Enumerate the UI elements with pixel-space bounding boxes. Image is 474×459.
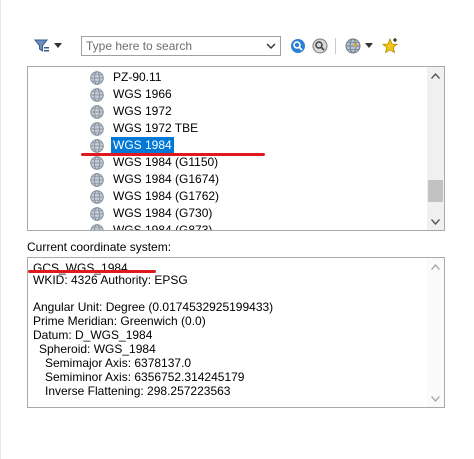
tree-item-label: WGS 1984 (G1762) [113, 189, 220, 203]
details-scroll-down[interactable] [427, 390, 444, 407]
scroll-up-button[interactable] [427, 67, 444, 84]
chevron-down-icon [431, 395, 440, 402]
globe-icon [90, 223, 104, 230]
scroll-down-button[interactable] [427, 213, 444, 230]
scroll-thumb[interactable] [428, 180, 443, 202]
globe-icon [345, 38, 361, 54]
cs-angular-unit: Angular Unit: Degree (0.0174532925199433… [33, 300, 274, 314]
globe-icon [90, 70, 104, 85]
tree-scrollbar[interactable] [427, 67, 444, 230]
globe-icon [90, 138, 104, 153]
search-button[interactable] [288, 36, 308, 56]
details-scrollbar[interactable] [427, 258, 444, 407]
cs-wkid: WKID: 4326 Authority: EPSG [33, 273, 188, 287]
tree-item-label: WGS 1972 [113, 104, 172, 118]
cs-datum: Datum: D_WGS_1984 [33, 328, 153, 342]
cs-semimajor-axis: Semimajor Axis: 6378137.0 [45, 356, 192, 370]
tree-item[interactable]: WGS 1972 [90, 103, 174, 120]
filter-icon [34, 39, 49, 52]
filter-dropdown-button[interactable] [30, 36, 66, 56]
add-to-favorites-button[interactable] [380, 36, 400, 56]
tree-item[interactable]: WGS 1966 [90, 86, 174, 103]
globe-icon [90, 206, 104, 221]
chevron-up-icon [431, 263, 440, 270]
cs-inverse-flattening: Inverse Flattening: 298.257223563 [45, 384, 231, 398]
annotation-underline-selected [81, 153, 265, 156]
tree-item[interactable]: PZ-90.11 [90, 69, 163, 86]
globe-icon [90, 172, 104, 187]
annotation-underline-name [28, 270, 156, 273]
globe-icon [90, 155, 104, 170]
chevron-down-icon [54, 43, 62, 48]
globe-icon [90, 104, 104, 119]
clear-search-icon [312, 38, 328, 54]
search-input[interactable] [82, 37, 260, 55]
tree-item-label: WGS 1984 (G1150) [113, 155, 219, 169]
tree-item-label: WGS 1984 (G873) [113, 223, 213, 230]
tree-item-label: WGS 1984 [111, 137, 174, 154]
tree-item-label: WGS 1966 [113, 87, 172, 101]
clear-search-button[interactable] [310, 36, 330, 56]
tree-item[interactable]: WGS 1984 (G730) [90, 205, 214, 222]
cs-semiminor-axis: Semiminor Axis: 6356752.314245179 [45, 370, 245, 384]
add-favorite-star-icon [381, 37, 399, 54]
chevron-down-icon [365, 43, 373, 48]
toolbar-separator [335, 38, 336, 54]
cs-spheroid: Spheroid: WGS_1984 [39, 342, 156, 356]
details-scroll-up[interactable] [427, 258, 444, 275]
globe-icon [90, 189, 104, 204]
tree-item[interactable]: WGS 1984 (G873) [90, 222, 214, 230]
tree-item-label: WGS 1984 (G1674) [113, 172, 220, 186]
chevron-up-icon [431, 72, 440, 79]
tree-item[interactable]: WGS 1984 [90, 137, 174, 154]
tree-item-label: WGS 1972 TBE [113, 121, 199, 135]
chevron-down-icon [431, 218, 440, 225]
tree-item-label: PZ-90.11 [113, 70, 162, 84]
tree-item[interactable]: WGS 1972 TBE [90, 120, 200, 137]
coordinate-system-details: GCS_WGS_1984 WKID: 4326 Authority: EPSG … [27, 257, 445, 408]
tree-item[interactable]: WGS 1984 (G1762) [90, 188, 221, 205]
search-icon [291, 39, 305, 53]
current-coordinate-system-label: Current coordinate system: [27, 240, 172, 254]
tree-item-label: WGS 1984 (G730) [113, 206, 213, 220]
globe-icon [90, 87, 104, 102]
search-history-dropdown[interactable] [264, 39, 278, 53]
tree-item[interactable]: WGS 1984 (G1150) [90, 154, 220, 171]
add-coordinate-system-menu[interactable] [342, 36, 376, 56]
cs-prime-meridian: Prime Meridian: Greenwich (0.0) [33, 314, 206, 328]
coordinate-system-tree[interactable]: PZ-90.11 WGS 1966 WGS 1972 WGS 1972 TBE WGS … [27, 66, 445, 231]
window-edge [0, 0, 1, 459]
tree-list: PZ-90.11 WGS 1966 WGS 1972 WGS 1972 TBE WGS … [28, 67, 428, 230]
tree-item[interactable]: WGS 1984 (G1674) [90, 171, 221, 188]
search-combobox[interactable] [81, 36, 281, 56]
chevron-down-icon [266, 43, 276, 49]
globe-icon [90, 121, 104, 136]
